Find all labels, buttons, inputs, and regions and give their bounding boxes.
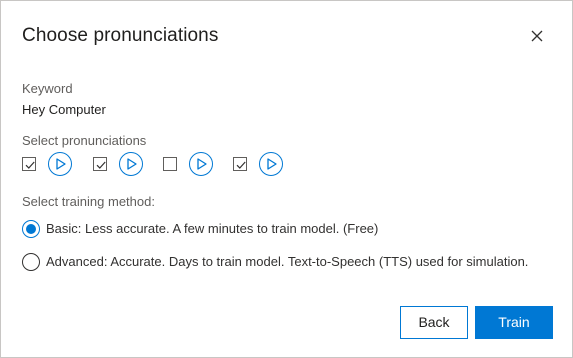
train-button[interactable]: Train <box>475 306 553 339</box>
dialog-title: Choose pronunciations <box>22 25 219 46</box>
back-button[interactable]: Back <box>400 306 468 339</box>
pronunciation-3-checkbox[interactable] <box>163 157 177 171</box>
play-icon <box>56 158 66 170</box>
close-button[interactable] <box>527 26 547 46</box>
training-method-label: Select training method: <box>22 194 155 209</box>
play-icon <box>267 158 277 170</box>
play-icon <box>127 158 137 170</box>
checkmark-icon <box>236 161 246 169</box>
radio-selected-dot <box>26 224 36 234</box>
pronunciation-1-checkbox[interactable] <box>22 157 36 171</box>
advanced-option-label: Advanced: Accurate. Days to train model.… <box>46 254 529 269</box>
basic-option-label: Basic: Less accurate. A few minutes to t… <box>46 221 379 236</box>
close-icon <box>531 30 543 42</box>
basic-radio[interactable] <box>22 220 40 238</box>
pronunciation-4-checkbox[interactable] <box>233 157 247 171</box>
keyword-label: Keyword <box>22 81 73 96</box>
keyword-value: Hey Computer <box>22 102 106 117</box>
select-pronunciations-label: Select pronunciations <box>22 133 147 148</box>
pronunciation-2-checkbox[interactable] <box>93 157 107 171</box>
play-icon <box>197 158 207 170</box>
pronunciation-4-play-button[interactable] <box>259 152 283 176</box>
choose-pronunciations-dialog: Choose pronunciations Keyword Hey Comput… <box>0 0 573 358</box>
advanced-radio[interactable] <box>22 253 40 271</box>
pronunciation-1-play-button[interactable] <box>48 152 72 176</box>
checkmark-icon <box>96 161 106 169</box>
checkmark-icon <box>25 161 35 169</box>
pronunciation-2-play-button[interactable] <box>119 152 143 176</box>
pronunciation-3-play-button[interactable] <box>189 152 213 176</box>
